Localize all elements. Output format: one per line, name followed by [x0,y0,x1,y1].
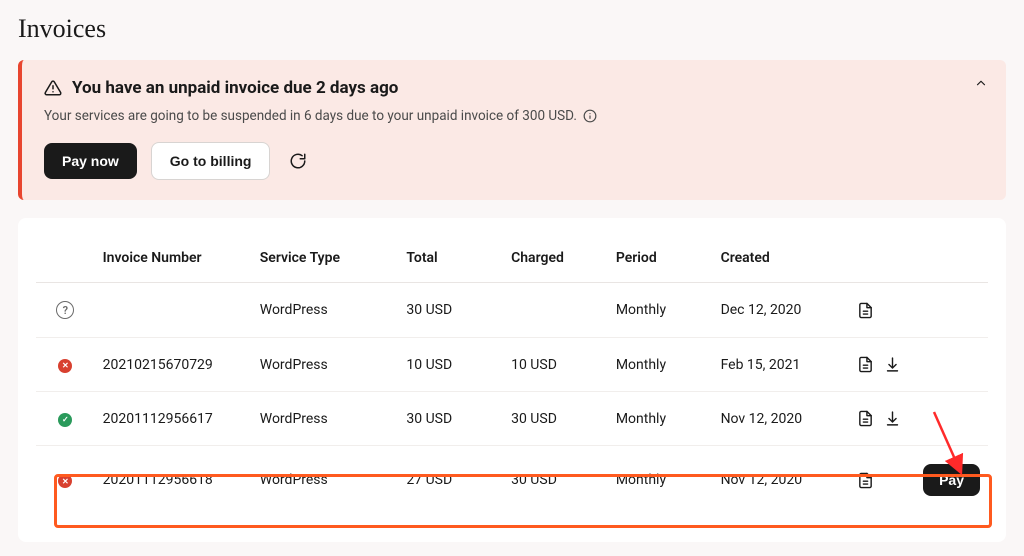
status-unpaid-icon: ✕ [58,474,72,488]
cell-created: Dec 12, 2020 [713,283,849,338]
column-header-charged: Charged [503,240,608,283]
status-unpaid-icon: ✕ [58,359,72,373]
download-icon[interactable] [884,356,901,373]
cell-period: Monthly [608,392,713,446]
cell-service-type: WordPress [252,338,399,392]
cell-period: Monthly [608,283,713,338]
unpaid-invoice-alert: You have an unpaid invoice due 2 days ag… [18,60,1006,200]
cell-charged: 10 USD [503,338,608,392]
cell-total: 27 USD [398,446,503,515]
cell-invoice-number: 20201112956618 [95,446,252,515]
alert-description: Your services are going to be suspended … [44,108,577,124]
cell-charged: 30 USD [503,392,608,446]
cell-invoice-number: 20201112956617 [95,392,252,446]
info-icon[interactable] [583,109,597,123]
pay-button[interactable]: Pay [923,464,980,496]
table-row: ✓ 20201112956617 WordPress 30 USD 30 USD… [36,392,988,446]
table-row: ✕ 20201112956618 WordPress 27 USD 30 USD… [36,446,988,515]
refresh-icon[interactable] [284,147,312,175]
cell-total: 30 USD [398,283,503,338]
column-header-invoice-number: Invoice Number [95,240,252,283]
cell-service-type: WordPress [252,392,399,446]
column-header-status [36,240,95,283]
column-header-action [912,240,988,283]
column-header-service-type: Service Type [252,240,399,283]
document-icon[interactable] [857,302,874,319]
document-icon[interactable] [857,410,874,427]
download-icon[interactable] [884,410,901,427]
invoices-card: Invoice Number Service Type Total Charge… [18,218,1006,542]
question-icon[interactable]: ? [56,301,74,319]
status-paid-icon: ✓ [58,413,72,427]
cell-created: Feb 15, 2021 [713,338,849,392]
chevron-up-icon[interactable] [974,76,988,90]
cell-created: Nov 12, 2020 [713,446,849,515]
column-header-total: Total [398,240,503,283]
warning-icon [44,79,62,97]
document-icon[interactable] [857,356,874,373]
table-row: ✕ 20210215670729 WordPress 10 USD 10 USD… [36,338,988,392]
column-header-created: Created [713,240,849,283]
cell-total: 10 USD [398,338,503,392]
alert-title: You have an unpaid invoice due 2 days ag… [72,78,398,98]
go-to-billing-button[interactable]: Go to billing [151,142,271,180]
column-header-doc [849,240,912,283]
cell-invoice-number: 20210215670729 [95,338,252,392]
pay-now-button[interactable]: Pay now [44,143,137,179]
cell-period: Monthly [608,446,713,515]
cell-service-type: WordPress [252,446,399,515]
cell-total: 30 USD [398,392,503,446]
cell-period: Monthly [608,338,713,392]
cell-charged: 30 USD [503,446,608,515]
column-header-period: Period [608,240,713,283]
document-icon[interactable] [857,472,874,489]
cell-created: Nov 12, 2020 [713,392,849,446]
cell-service-type: WordPress [252,283,399,338]
page-title: Invoices [18,14,1006,44]
table-row: ? WordPress 30 USD Monthly Dec 12, 2020 [36,283,988,338]
cell-charged [503,283,608,338]
cell-invoice-number [95,283,252,338]
invoices-table: Invoice Number Service Type Total Charge… [36,240,988,514]
